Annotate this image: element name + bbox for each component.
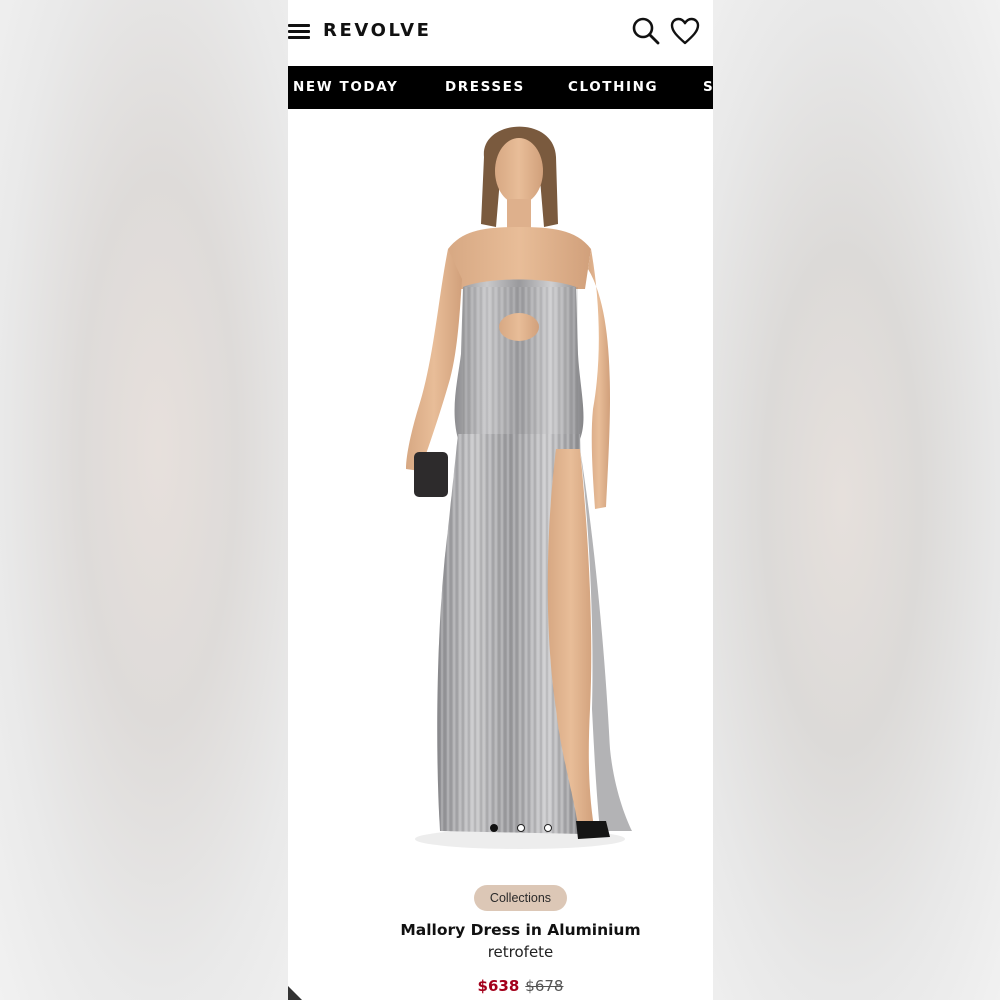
- product-brand[interactable]: retrofete: [288, 943, 713, 961]
- corner-arrow-icon: [288, 986, 302, 1000]
- carousel-dot-1[interactable]: [490, 824, 498, 832]
- top-header: REVOLVE: [288, 0, 713, 66]
- blurred-background-left: [0, 0, 288, 1000]
- carousel-dot-2[interactable]: [517, 824, 525, 832]
- nav-item-more[interactable]: S: [703, 66, 713, 109]
- collections-badge[interactable]: Collections: [474, 885, 567, 911]
- product-title: Mallory Dress in Aluminium: [400, 921, 641, 939]
- heart-icon[interactable]: [669, 16, 701, 46]
- sale-price: $638: [477, 977, 520, 995]
- blurred-background-right: [713, 0, 1000, 1000]
- mobile-product-page: REVOLVE NEW TODAY DRESSES CLOTHING S Col…: [288, 0, 713, 1000]
- original-price: $678: [525, 977, 564, 995]
- model-photo: [406, 126, 632, 849]
- nav-item-dresses[interactable]: DRESSES: [445, 66, 525, 109]
- site-logo[interactable]: REVOLVE: [323, 20, 432, 41]
- carousel-dot-3[interactable]: [544, 824, 552, 832]
- price-row: $638 $678: [288, 977, 713, 995]
- hamburger-menu-icon[interactable]: [288, 22, 310, 40]
- search-icon[interactable]: [630, 15, 662, 47]
- nav-item-new-today[interactable]: NEW TODAY: [293, 66, 398, 109]
- category-nav: NEW TODAY DRESSES CLOTHING S: [288, 66, 713, 109]
- product-image[interactable]: [288, 109, 713, 869]
- nav-item-clothing[interactable]: CLOTHING: [568, 66, 658, 109]
